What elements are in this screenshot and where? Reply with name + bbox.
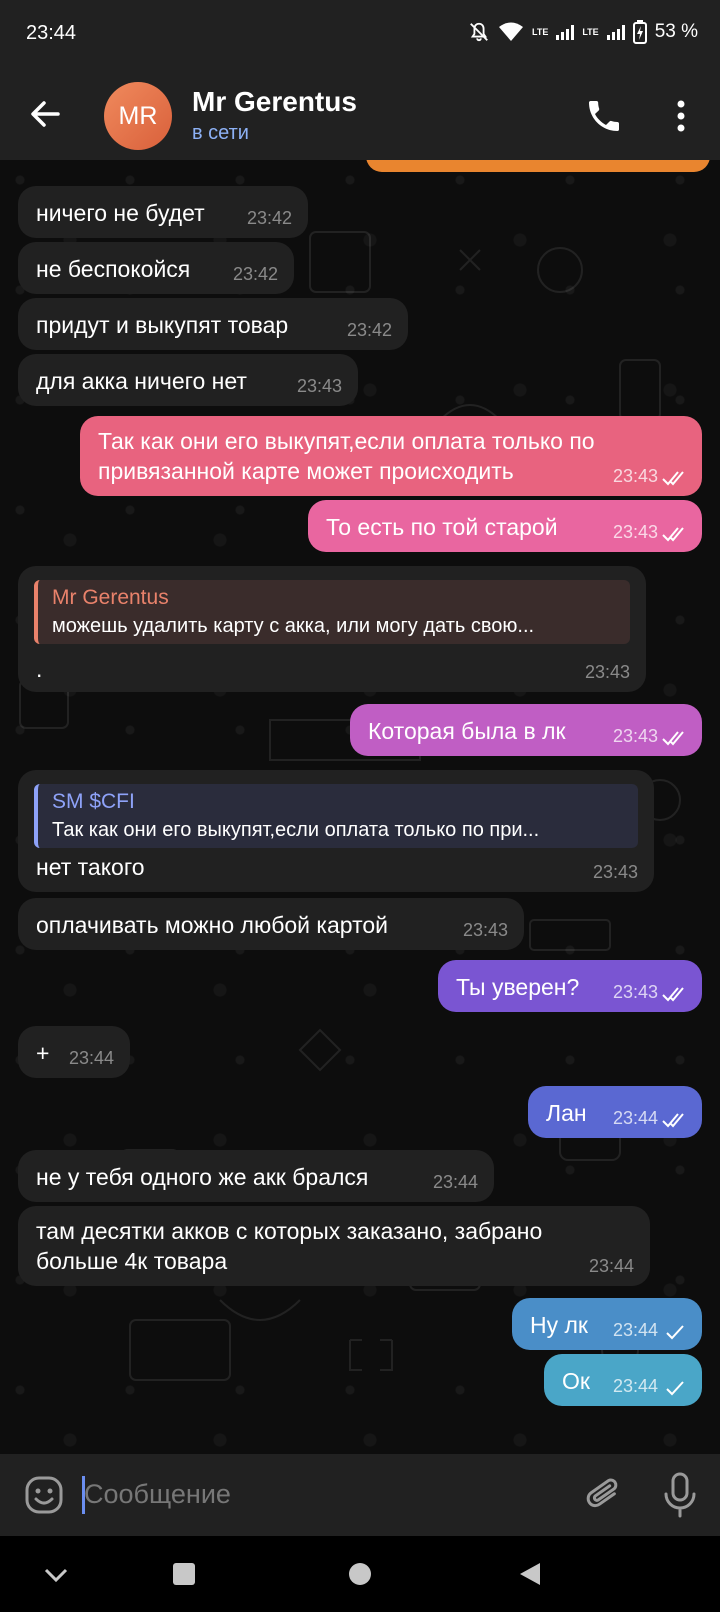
contact-status: в сети <box>192 122 249 144</box>
phone-icon[interactable] <box>584 96 624 136</box>
message-text: придут и выкупят товар <box>36 312 289 338</box>
message-outgoing-partial[interactable] <box>366 160 710 172</box>
message-text: + <box>36 1040 50 1066</box>
status-time: 23:44 <box>26 22 77 44</box>
message-text: . <box>36 656 43 682</box>
microphone-icon[interactable] <box>662 1472 698 1518</box>
message-time: 23:43 <box>612 726 658 746</box>
message-outgoing-6[interactable]: Ну лк 23:44 <box>512 1298 702 1350</box>
reply-text: можешь удалить карту с акка, или могу да… <box>52 615 535 637</box>
message-incoming-reply-2[interactable]: SM $CFI Так как они его выкупят,если опл… <box>18 770 654 892</box>
mute-bell-icon <box>470 22 488 42</box>
home-circle-icon[interactable] <box>344 1558 376 1590</box>
message-text: Ок <box>562 1368 590 1394</box>
double-check-icon <box>662 527 684 542</box>
message-incoming-7[interactable]: не у тебя одного же акк брался 23:44 <box>18 1150 494 1202</box>
message-time: 23:43 <box>584 662 630 682</box>
message-text: оплачивать можно любой картой <box>36 912 388 938</box>
message-text-line-2: больше 4к товара <box>36 1248 228 1274</box>
message-text: для акка ничего нет <box>36 368 247 394</box>
message-outgoing-7[interactable]: Ок 23:44 <box>544 1354 702 1406</box>
check-icon <box>666 1325 684 1340</box>
lte-label-1: LTE <box>532 27 549 37</box>
message-time: 23:43 <box>612 466 658 486</box>
reply-author: SM $CFI <box>52 790 135 813</box>
back-triangle-icon[interactable] <box>514 1558 546 1590</box>
reply-preview[interactable]: SM $CFI Так как они его выкупят,если опл… <box>34 784 638 848</box>
message-time: 23:43 <box>612 982 658 1002</box>
message-outgoing-4[interactable]: Ты уверен? 23:43 <box>438 960 702 1012</box>
message-outgoing-3[interactable]: Которая была в лк 23:43 <box>350 704 702 756</box>
message-incoming-4[interactable]: для акка ничего нет 23:43 <box>18 354 358 406</box>
signal-1-icon <box>556 24 575 40</box>
message-incoming-8[interactable]: там десятки акков с которых заказано, за… <box>18 1206 650 1286</box>
message-time: 23:43 <box>612 522 658 542</box>
message-time: 23:44 <box>432 1172 478 1192</box>
double-check-icon <box>662 987 684 1002</box>
more-vert-icon[interactable] <box>666 96 696 136</box>
message-time: 23:42 <box>246 208 292 228</box>
message-time: 23:42 <box>232 264 278 284</box>
message-time: 23:43 <box>592 862 638 882</box>
message-text: не у тебя одного же акк брался <box>36 1164 369 1190</box>
message-time: 23:43 <box>462 920 508 940</box>
chevron-down-icon[interactable] <box>40 1558 72 1590</box>
status-icons: LTE LTE 53 % <box>468 20 698 44</box>
message-text: Лан <box>546 1100 587 1126</box>
message-input-bar: Сообщение <box>0 1454 720 1536</box>
message-input[interactable]: Сообщение <box>84 1479 231 1510</box>
message-time: 23:44 <box>68 1048 114 1068</box>
double-check-icon <box>662 471 684 486</box>
message-incoming-reply-1[interactable]: Mr Gerentus можешь удалить карту с акка,… <box>18 566 646 692</box>
message-time: 23:43 <box>296 376 342 396</box>
chat-header: MR Mr Gerentus в сети <box>0 70 720 160</box>
message-text: Ты уверен? <box>456 974 580 1000</box>
signal-2-icon <box>606 24 625 40</box>
message-text: Ну лк <box>530 1312 588 1338</box>
recents-square-icon[interactable] <box>168 1558 200 1590</box>
message-text: нет такого <box>36 854 145 880</box>
message-outgoing-2[interactable]: То есть по той старой 23:43 <box>308 500 702 552</box>
emoji-icon[interactable] <box>24 1475 64 1515</box>
message-text: ничего не будет <box>36 200 205 226</box>
chat-area[interactable]: ничего не будет 23:42 не беспокойся 23:4… <box>0 160 720 1454</box>
message-time: 23:44 <box>612 1108 658 1128</box>
message-time: 23:44 <box>612 1376 658 1396</box>
message-incoming-1[interactable]: ничего не будет 23:42 <box>18 186 308 238</box>
message-incoming-6[interactable]: + 23:44 <box>18 1026 130 1078</box>
reply-preview[interactable]: Mr Gerentus можешь удалить карту с акка,… <box>34 580 630 644</box>
contact-name[interactable]: Mr Gerentus <box>192 86 357 118</box>
double-check-icon <box>662 1113 684 1128</box>
battery-charging-icon <box>632 20 647 44</box>
message-outgoing-1[interactable]: Так как они его выкупят,если оплата толь… <box>80 416 702 496</box>
double-check-icon <box>662 731 684 746</box>
system-nav-bar <box>0 1536 720 1612</box>
check-icon <box>666 1381 684 1396</box>
message-incoming-5[interactable]: оплачивать можно любой картой 23:43 <box>18 898 524 950</box>
message-text: Которая была в лк <box>368 718 566 744</box>
reply-text: Так как они его выкупят,если оплата толь… <box>52 819 540 841</box>
message-time: 23:44 <box>588 1256 634 1276</box>
message-text: То есть по той старой <box>326 514 558 540</box>
message-text-line-1: там десятки акков с которых заказано, за… <box>36 1218 543 1244</box>
wifi-icon <box>499 22 523 41</box>
message-time: 23:42 <box>346 320 392 340</box>
avatar[interactable]: MR <box>104 82 172 150</box>
message-time: 23:44 <box>612 1320 658 1340</box>
message-text-line-2: привязанной карте может происходить <box>98 458 514 484</box>
status-bar: 23:44 LTE LTE 53 % <box>0 0 720 70</box>
message-outgoing-5[interactable]: Лан 23:44 <box>528 1086 702 1138</box>
message-incoming-2[interactable]: не беспокойся 23:42 <box>18 242 294 294</box>
message-incoming-3[interactable]: придут и выкупят товар 23:42 <box>18 298 408 350</box>
reply-author: Mr Gerentus <box>52 586 169 609</box>
paperclip-icon[interactable] <box>584 1474 624 1516</box>
battery-percent: 53 % <box>654 21 698 42</box>
back-arrow-icon[interactable] <box>24 92 68 136</box>
message-text-line-1: Так как они его выкупят,если оплата толь… <box>98 428 595 454</box>
message-text: не беспокойся <box>36 256 191 282</box>
lte-label-2: LTE <box>582 27 599 37</box>
